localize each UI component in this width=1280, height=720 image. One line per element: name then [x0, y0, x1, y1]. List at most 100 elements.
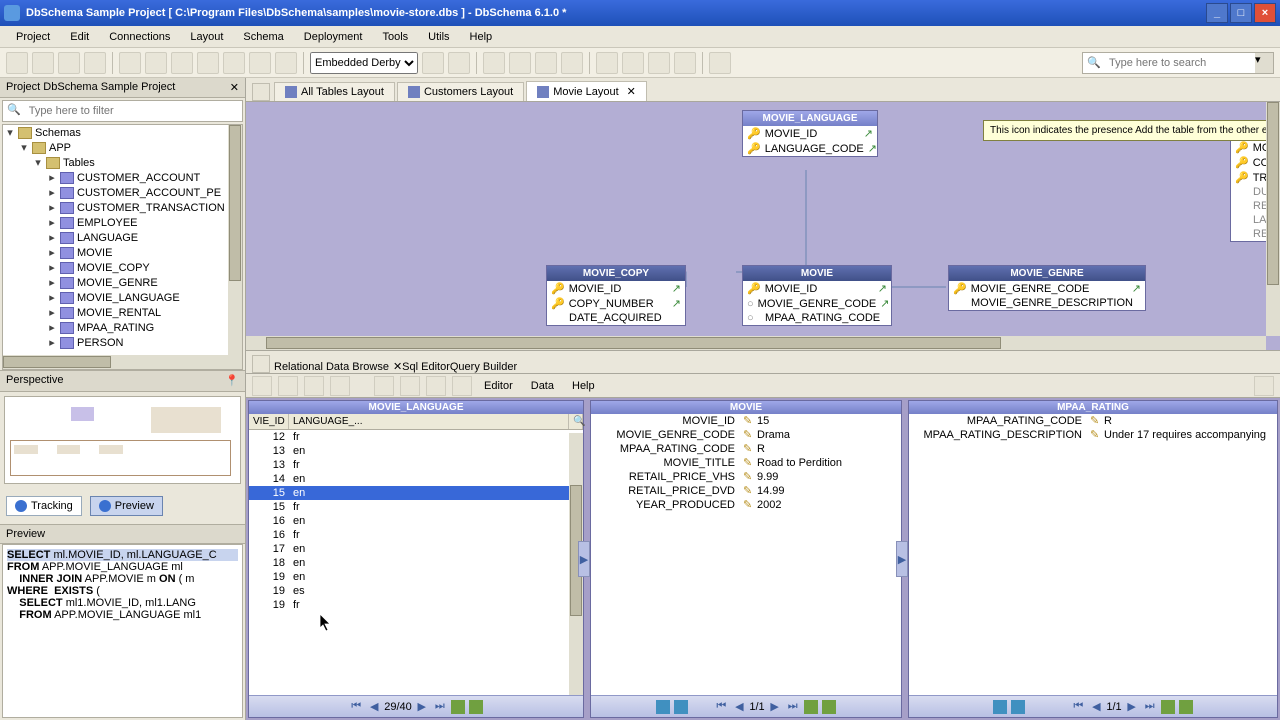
- table-row[interactable]: 16en: [249, 514, 583, 528]
- editor-menu[interactable]: Editor: [478, 378, 519, 394]
- data-delete-icon[interactable]: [426, 376, 446, 396]
- data-edit-icon[interactable]: [374, 376, 394, 396]
- redo-icon[interactable]: [197, 52, 219, 74]
- detail-row[interactable]: RETAIL_PRICE_DVD✎14.99: [591, 484, 901, 498]
- layout-icon[interactable]: [596, 52, 618, 74]
- perspective-pin-icon[interactable]: 📍: [225, 374, 239, 388]
- table-row[interactable]: 15en: [249, 486, 583, 500]
- tracking-button[interactable]: Tracking: [6, 496, 82, 516]
- detail-row[interactable]: MOVIE_GENRE_CODE✎Drama: [591, 428, 901, 442]
- nav-prev-icon[interactable]: ◀: [731, 699, 747, 715]
- nav-prev-icon[interactable]: ◀: [366, 699, 382, 715]
- tools-icon[interactable]: [674, 52, 696, 74]
- tree-table-movie[interactable]: ▸MOVIE: [3, 245, 242, 260]
- tree-table-movie_copy[interactable]: ▸MOVIE_COPY: [3, 260, 242, 275]
- nav-edit-icon[interactable]: [822, 700, 836, 714]
- menu-connections[interactable]: Connections: [99, 29, 180, 45]
- diagram-vscrollbar[interactable]: [1266, 102, 1280, 336]
- detail-row[interactable]: MOVIE_TITLE✎Road to Perdition: [591, 456, 901, 470]
- nav-last-icon[interactable]: ⏭: [432, 699, 448, 715]
- nav-fk-icon[interactable]: [1011, 700, 1025, 714]
- data-add-icon[interactable]: [400, 376, 420, 396]
- data-help-icon[interactable]: [330, 376, 350, 396]
- tree-table-customer_account[interactable]: ▸CUSTOMER_ACCOUNT: [3, 170, 242, 185]
- data-prev-icon[interactable]: [278, 376, 298, 396]
- export-icon[interactable]: [145, 52, 167, 74]
- bottom-tab[interactable]: Relational Data Browse✕: [274, 360, 402, 373]
- nav-add-icon[interactable]: [451, 700, 465, 714]
- detail-row[interactable]: MOVIE_ID✎15: [591, 414, 901, 428]
- maximize-button[interactable]: □: [1230, 3, 1252, 23]
- tree-tables[interactable]: ▾Tables: [3, 155, 242, 170]
- layout-tab[interactable]: Customers Layout: [397, 82, 524, 101]
- layout-minimap[interactable]: [4, 396, 241, 484]
- group-icon[interactable]: [561, 52, 583, 74]
- open-icon[interactable]: [32, 52, 54, 74]
- save-icon[interactable]: [58, 52, 80, 74]
- bottom-tab[interactable]: Query Builder: [450, 361, 517, 373]
- table-icon[interactable]: [483, 52, 505, 74]
- entity-movie[interactable]: MOVIE 🔑MOVIE_ID↗ ○MOVIE_GENRE_CODE↗ ○MPA…: [742, 265, 892, 326]
- entity-movie-copy[interactable]: MOVIE_COPY 🔑MOVIE_ID↗ 🔑COPY_NUMBER↗ DATE…: [546, 265, 686, 326]
- nav-add-icon[interactable]: [804, 700, 818, 714]
- close-tab-icon[interactable]: ✕: [627, 85, 636, 98]
- er-diagram[interactable]: MOVIE_LANGUAGE 🔑MOVIE_ID↗ 🔑LANGUAGE_CODE…: [246, 102, 1280, 350]
- schema-tree[interactable]: ▾Schemas▾APP▾Tables▸CUSTOMER_ACCOUNT▸CUS…: [2, 124, 243, 370]
- detail-row[interactable]: MPAA_RATING_CODE✎R: [909, 414, 1277, 428]
- search-dropdown-button[interactable]: ▾: [1255, 53, 1273, 73]
- table-row[interactable]: 16fr: [249, 528, 583, 542]
- tree-table-customer_account_pe[interactable]: ▸CUSTOMER_ACCOUNT_PE: [3, 185, 242, 200]
- table-row[interactable]: 14en: [249, 472, 583, 486]
- nav-add-icon[interactable]: [1161, 700, 1175, 714]
- entity-movie-genre[interactable]: MOVIE_GENRE 🔑MOVIE_GENRE_CODE↗ MOVIE_GEN…: [948, 265, 1146, 311]
- new-icon[interactable]: [6, 52, 28, 74]
- project-tab-pin-icon[interactable]: ✕: [230, 81, 239, 94]
- tree-schemas[interactable]: ▾Schemas: [3, 125, 242, 140]
- nav-first-icon[interactable]: ⏮: [713, 699, 729, 715]
- nav-edit-icon[interactable]: [469, 700, 483, 714]
- cut-icon[interactable]: [84, 52, 106, 74]
- undo-icon[interactable]: [171, 52, 193, 74]
- maximize-panel-icon[interactable]: [1254, 376, 1274, 396]
- data-first-icon[interactable]: [252, 376, 272, 396]
- tree-table-customer_transaction[interactable]: ▸CUSTOMER_TRANSACTION: [3, 200, 242, 215]
- data-settings-icon[interactable]: [452, 376, 472, 396]
- nav-last-icon[interactable]: ⏭: [1142, 699, 1158, 715]
- minimize-button[interactable]: _: [1206, 3, 1228, 23]
- preview-button[interactable]: Preview: [90, 496, 163, 516]
- database-select[interactable]: Embedded Derby: [310, 52, 418, 74]
- refresh-icon[interactable]: [422, 52, 444, 74]
- nav-first-icon[interactable]: ⏮: [348, 699, 364, 715]
- tree-table-person[interactable]: ▸PERSON: [3, 335, 242, 350]
- schema-icon[interactable]: [622, 52, 644, 74]
- layout-tab[interactable]: Movie Layout✕: [526, 81, 647, 101]
- connect-icon[interactable]: [448, 52, 470, 74]
- sql-preview[interactable]: SELECT ml.MOVIE_ID, ml.LANGUAGE_CFROM AP…: [2, 544, 243, 718]
- close-button[interactable]: ×: [1254, 3, 1276, 23]
- tree-table-language[interactable]: ▸LANGUAGE: [3, 230, 242, 245]
- detail-row[interactable]: YEAR_PRODUCED✎2002: [591, 498, 901, 512]
- nav-edit-icon[interactable]: [1179, 700, 1193, 714]
- sync-icon[interactable]: [648, 52, 670, 74]
- tree-table-employee[interactable]: ▸EMPLOYEE: [3, 215, 242, 230]
- zoom-in-icon[interactable]: [249, 52, 271, 74]
- help-menu[interactable]: Help: [566, 378, 601, 394]
- zoom-out-icon[interactable]: [223, 52, 245, 74]
- menu-help[interactable]: Help: [460, 29, 503, 45]
- detail-row[interactable]: RETAIL_PRICE_VHS✎9.99: [591, 470, 901, 484]
- tree-table-movie_genre[interactable]: ▸MOVIE_GENRE: [3, 275, 242, 290]
- detail-row[interactable]: MPAA_RATING_DESCRIPTION✎Under 17 require…: [909, 428, 1277, 442]
- nav-next-icon[interactable]: ▶: [767, 699, 783, 715]
- nav-fk-icon[interactable]: [674, 700, 688, 714]
- detail-row[interactable]: MPAA_RATING_CODE✎R: [591, 442, 901, 456]
- close-tab-icon[interactable]: ✕: [393, 361, 402, 373]
- table-row[interactable]: 13en: [249, 444, 583, 458]
- nav-next-icon[interactable]: ▶: [1124, 699, 1140, 715]
- bottom-tab[interactable]: Sql Editor: [402, 361, 450, 373]
- collapse-bottom-icon[interactable]: [252, 355, 270, 373]
- table-row[interactable]: 19fr: [249, 598, 583, 612]
- filter-input[interactable]: [25, 101, 242, 121]
- table-row[interactable]: 19es: [249, 584, 583, 598]
- menu-layout[interactable]: Layout: [180, 29, 233, 45]
- tree-table-mpaa_rating[interactable]: ▸MPAA_RATING: [3, 320, 242, 335]
